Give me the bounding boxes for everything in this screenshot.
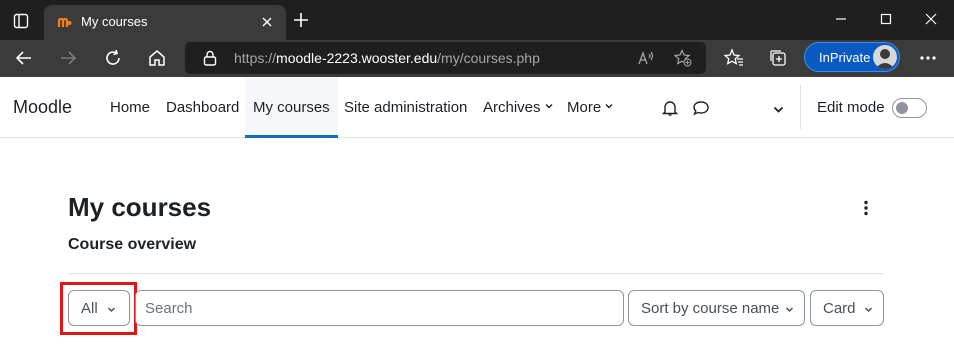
inprivate-label: InPrivate xyxy=(819,50,871,65)
view-mode-dropdown[interactable]: Card xyxy=(810,290,884,326)
moodle-favicon-icon xyxy=(57,14,73,30)
navbar-divider xyxy=(800,85,801,129)
site-navbar: Moodle Home Dashboard My courses Site ad… xyxy=(0,77,954,138)
minimize-icon[interactable] xyxy=(832,10,850,28)
section-divider xyxy=(68,273,884,274)
nav-archives[interactable]: Archives xyxy=(483,99,553,116)
edit-mode-toggle[interactable] xyxy=(892,98,927,118)
nav-more-label: More xyxy=(567,99,602,116)
grouping-filter-label: All xyxy=(81,300,98,317)
page-actions-kebab-icon[interactable] xyxy=(858,199,874,217)
settings-more-icon[interactable] xyxy=(918,48,938,68)
nav-archives-label: Archives xyxy=(483,99,541,116)
profile-avatar-icon xyxy=(873,45,897,69)
favorites-icon[interactable] xyxy=(723,48,744,68)
nav-more[interactable]: More xyxy=(567,99,613,116)
forward-arrow-icon[interactable] xyxy=(58,48,78,68)
browser-toolbar: https://moodle-2223.wooster.edu/my/cours… xyxy=(0,40,954,77)
nav-dashboard[interactable]: Dashboard xyxy=(166,99,239,116)
nav-site-administration[interactable]: Site administration xyxy=(344,99,467,116)
chevron-down-icon xyxy=(605,104,613,109)
tab-close-icon[interactable] xyxy=(259,14,275,30)
new-tab-icon[interactable] xyxy=(292,11,310,29)
notifications-bell-icon[interactable] xyxy=(661,99,679,117)
maximize-icon[interactable] xyxy=(877,10,895,28)
user-menu-chevron-icon[interactable] xyxy=(773,102,784,113)
inprivate-button[interactable]: InPrivate xyxy=(804,42,900,72)
refresh-icon[interactable] xyxy=(103,48,123,68)
chevron-down-icon xyxy=(864,307,873,313)
lock-icon[interactable] xyxy=(203,50,217,66)
chevron-down-icon xyxy=(107,307,116,313)
sort-dropdown[interactable]: Sort by course name xyxy=(628,290,805,326)
nav-my-courses[interactable]: My courses xyxy=(245,77,338,138)
add-favorite-icon[interactable] xyxy=(673,49,692,67)
messages-chat-icon[interactable] xyxy=(692,99,710,117)
home-icon[interactable] xyxy=(147,48,167,68)
chevron-down-icon xyxy=(545,104,553,109)
page-title: My courses xyxy=(68,192,212,222)
course-search-field[interactable] xyxy=(135,290,624,326)
course-search-input[interactable] xyxy=(145,298,605,318)
collections-icon[interactable] xyxy=(768,48,788,68)
url-text: https://moodle-2223.wooster.edu/my/cours… xyxy=(234,50,540,66)
close-window-icon[interactable] xyxy=(922,10,940,28)
view-mode-label: Card xyxy=(823,300,856,317)
tab-actions-icon[interactable] xyxy=(8,8,34,34)
browser-tab-bar: My courses xyxy=(0,0,954,40)
browser-tab[interactable]: My courses xyxy=(44,5,286,40)
back-arrow-icon[interactable] xyxy=(14,48,34,68)
nav-home[interactable]: Home xyxy=(110,99,150,116)
edit-mode-label: Edit mode xyxy=(817,99,885,116)
site-brand[interactable]: Moodle xyxy=(13,97,72,118)
grouping-filter-dropdown[interactable]: All xyxy=(68,290,130,326)
course-overview-heading: Course overview xyxy=(68,236,197,253)
toggle-knob xyxy=(896,102,908,114)
read-aloud-icon[interactable] xyxy=(637,49,655,67)
tab-title: My courses xyxy=(81,14,148,29)
chevron-down-icon xyxy=(785,307,794,313)
sort-label: Sort by course name xyxy=(641,300,780,317)
address-bar[interactable]: https://moodle-2223.wooster.edu/my/cours… xyxy=(185,42,706,74)
